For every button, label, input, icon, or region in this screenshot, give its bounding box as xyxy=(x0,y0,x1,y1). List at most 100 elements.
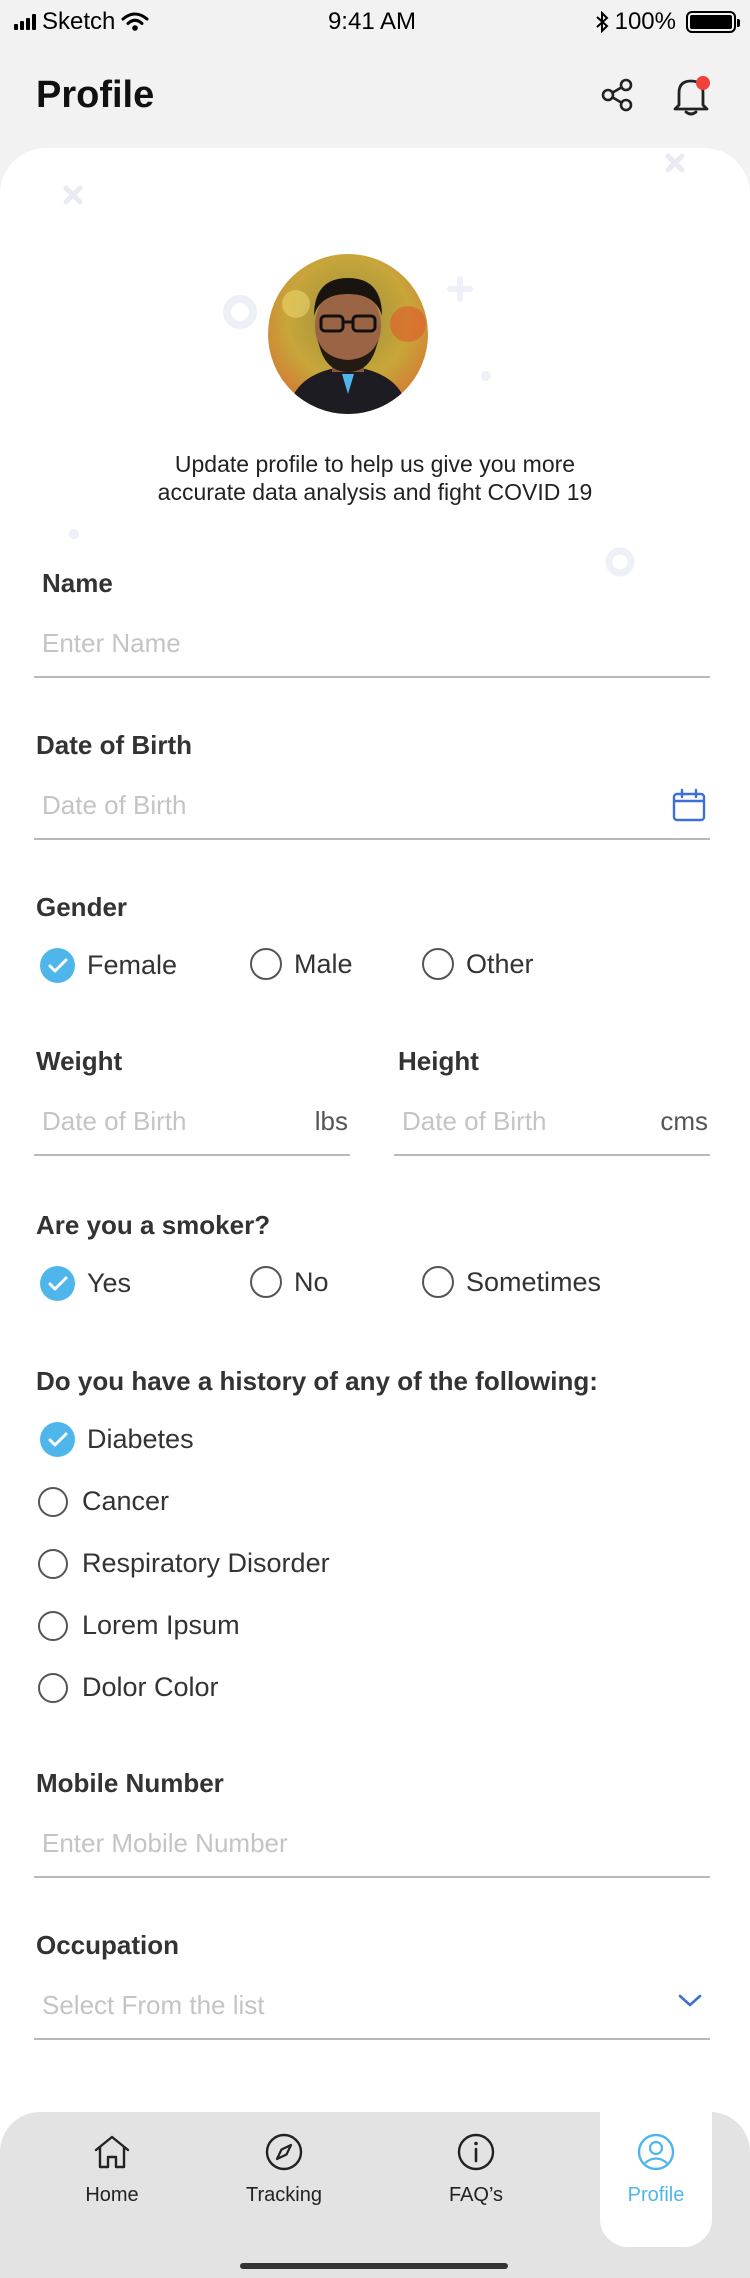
status-bar: Sketch 9:41 AM 100% xyxy=(0,0,750,44)
dob-field xyxy=(34,780,710,840)
history-option-lorem[interactable]: Lorem Ipsum xyxy=(38,1610,240,1641)
history-option-label: Dolor Color xyxy=(82,1672,219,1702)
history-option-label: Respiratory Disorder xyxy=(82,1548,330,1578)
avatar-photo xyxy=(268,254,428,414)
notification-badge xyxy=(696,76,710,90)
bottom-nav: Home Tracking FAQ’s Profile xyxy=(0,2112,750,2278)
intro-line-1: Update profile to help us give you more xyxy=(174,451,576,477)
compass-icon xyxy=(265,2133,303,2171)
dropdown-button[interactable] xyxy=(678,1994,702,2013)
history-option-respiratory[interactable]: Respiratory Disorder xyxy=(38,1548,330,1579)
history-option-diabetes[interactable]: Diabetes xyxy=(40,1422,194,1457)
checkbox-unchecked-icon xyxy=(38,1548,68,1579)
nav-label-profile: Profile xyxy=(627,2184,685,2206)
header: Profile xyxy=(36,60,714,130)
decor-cross-icon xyxy=(63,185,83,205)
profile-card: Update profile to help us give you more … xyxy=(0,148,750,2158)
history-option-dolor[interactable]: Dolor Color xyxy=(38,1672,219,1703)
dob-input[interactable] xyxy=(34,780,710,830)
wifi-icon xyxy=(121,12,149,31)
smoker-option-yes[interactable]: Yes xyxy=(40,1266,131,1301)
nav-item-home[interactable]: Home xyxy=(52,2132,172,2207)
nav-item-tracking[interactable]: Tracking xyxy=(224,2132,344,2207)
share-button[interactable] xyxy=(594,72,640,118)
radio-checked-icon xyxy=(40,1266,75,1301)
gender-option-label: Male xyxy=(294,948,353,979)
history-option-cancer[interactable]: Cancer xyxy=(38,1486,169,1517)
smoker-option-label: No xyxy=(294,1266,329,1297)
status-time: 9:41 AM xyxy=(327,8,417,35)
occupation-input[interactable] xyxy=(34,1980,710,2030)
calendar-button[interactable] xyxy=(672,788,706,827)
mobile-field xyxy=(34,1818,710,1878)
radio-unchecked-icon xyxy=(250,948,282,980)
gender-option-other[interactable]: Other xyxy=(422,948,534,980)
calendar-icon xyxy=(672,788,706,822)
share-icon xyxy=(601,78,633,112)
decor-ring-icon xyxy=(605,547,635,577)
nav-label-tracking: Tracking xyxy=(246,2184,322,2206)
history-option-label: Lorem Ipsum xyxy=(82,1610,240,1640)
user-icon xyxy=(637,2133,675,2171)
gender-option-male[interactable]: Male xyxy=(250,948,353,980)
occupation-label: Occupation xyxy=(36,1930,180,1960)
weight-unit: lbs xyxy=(314,1106,348,1136)
decor-ring-icon xyxy=(223,295,257,329)
history-option-label: Diabetes xyxy=(87,1424,194,1454)
nav-label-faqs: FAQ’s xyxy=(448,2184,504,2206)
checkbox-unchecked-icon xyxy=(38,1610,68,1641)
gender-option-label: Other xyxy=(466,948,534,979)
name-label: Name xyxy=(42,568,113,598)
height-label: Height xyxy=(398,1046,479,1076)
height-unit: cms xyxy=(660,1106,708,1136)
smoker-label: Are you a smoker? xyxy=(36,1210,271,1240)
name-field xyxy=(34,618,710,678)
checkbox-unchecked-icon xyxy=(38,1486,68,1517)
nav-item-faqs[interactable]: FAQ’s xyxy=(416,2132,536,2207)
weight-field: lbs xyxy=(34,1096,350,1156)
history-label: Do you have a history of any of the foll… xyxy=(36,1366,598,1396)
smoker-option-sometimes[interactable]: Sometimes xyxy=(422,1266,601,1298)
status-right: 100% xyxy=(595,8,740,36)
decor-dot-icon xyxy=(69,529,79,539)
nav-item-profile[interactable]: Profile xyxy=(600,2112,712,2247)
occupation-select[interactable] xyxy=(34,1980,710,2040)
status-left: Sketch xyxy=(14,8,149,36)
radio-unchecked-icon xyxy=(422,1266,454,1298)
battery-percent: 100% xyxy=(614,8,676,35)
mobile-input[interactable] xyxy=(34,1818,710,1868)
chevron-down-icon xyxy=(678,1994,702,2007)
avatar[interactable] xyxy=(268,254,428,414)
gender-label: Gender xyxy=(36,892,128,922)
checkbox-checked-icon xyxy=(40,1422,75,1457)
radio-unchecked-icon xyxy=(422,948,454,980)
smoker-option-label: Sometimes xyxy=(466,1266,602,1297)
notifications-button[interactable] xyxy=(668,72,714,118)
page-title: Profile xyxy=(36,73,155,116)
radio-unchecked-icon xyxy=(250,1266,282,1298)
battery-icon xyxy=(685,11,740,33)
decor-dot-icon xyxy=(481,371,491,381)
dob-label: Date of Birth xyxy=(36,730,192,760)
weight-input[interactable] xyxy=(34,1096,284,1146)
signal-icon xyxy=(14,14,36,30)
decor-cross-icon xyxy=(665,153,685,173)
home-icon xyxy=(94,2135,130,2169)
nav-label-home: Home xyxy=(85,2184,139,2206)
height-field: cms xyxy=(394,1096,710,1156)
info-icon xyxy=(457,2133,495,2171)
header-actions xyxy=(594,72,714,118)
height-input[interactable] xyxy=(394,1096,644,1146)
intro-text: Update profile to help us give you more … xyxy=(60,450,690,506)
gender-option-label: Female xyxy=(87,950,178,980)
weight-label: Weight xyxy=(36,1046,123,1076)
history-option-label: Cancer xyxy=(82,1486,170,1516)
smoker-option-no[interactable]: No xyxy=(250,1266,329,1298)
smoker-option-label: Yes xyxy=(87,1268,132,1298)
intro-line-2: accurate data analysis and fight COVID 1… xyxy=(157,479,593,505)
home-indicator xyxy=(240,2263,508,2269)
checkbox-unchecked-icon xyxy=(38,1672,68,1703)
name-input[interactable] xyxy=(34,618,710,668)
gender-option-female[interactable]: Female xyxy=(40,948,177,983)
decor-plus-icon xyxy=(447,276,473,302)
